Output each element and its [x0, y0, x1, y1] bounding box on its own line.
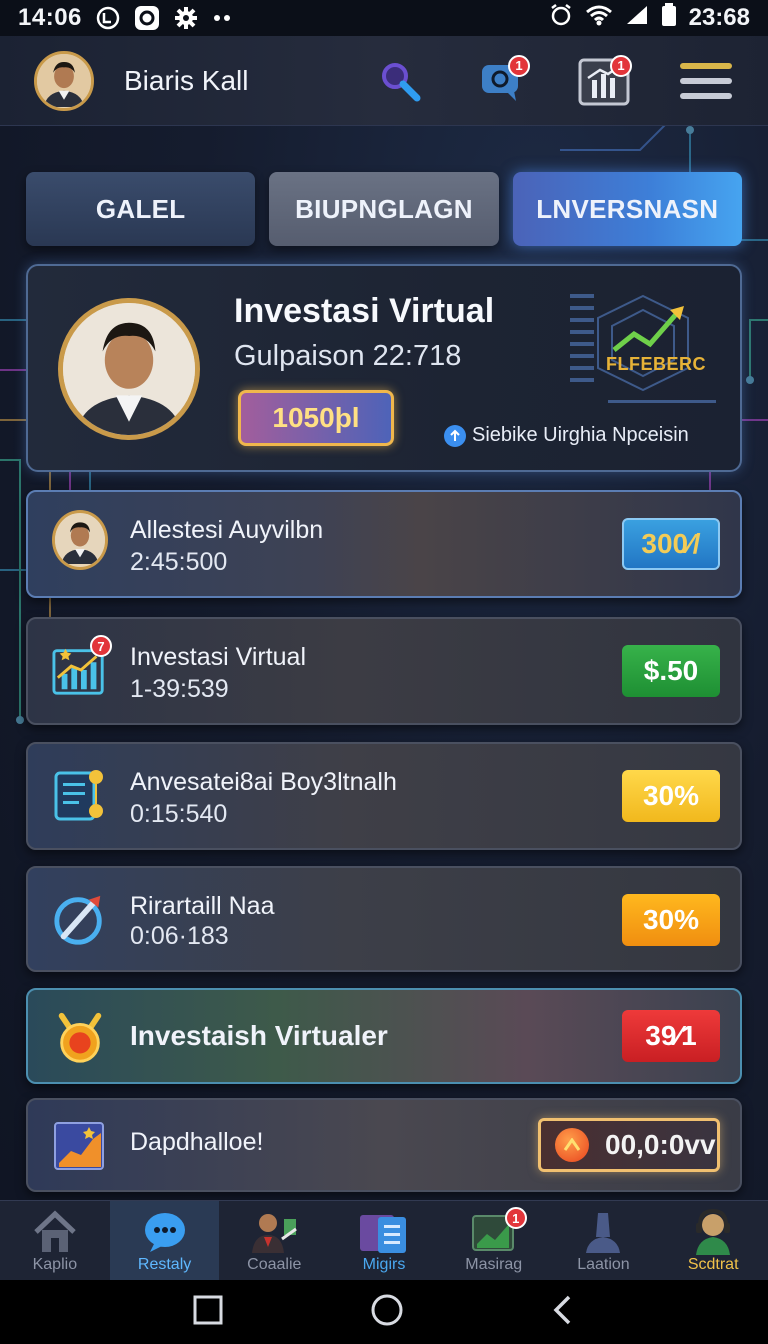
more-dots-icon — [212, 14, 232, 22]
row-title: Anvesatei8ai Boy3ltnalh — [130, 768, 397, 796]
growth-logo-icon — [570, 294, 716, 403]
hero-subtitle: Gulpaison 22:718 — [234, 340, 462, 372]
app-header: Biaris Kall 1 1 — [0, 36, 768, 126]
trend-chart-icon — [52, 1118, 108, 1174]
system-navigation-bar — [0, 1280, 768, 1344]
row-title: Rirartaill Naa — [130, 892, 275, 920]
row-value-badge[interactable]: 300⁄/ — [622, 518, 720, 570]
search-button[interactable] — [372, 53, 428, 109]
row-title: Dapdhalloe! — [130, 1128, 264, 1156]
home-icon — [32, 1208, 78, 1256]
messages-badge: 1 — [508, 54, 530, 77]
row-value-badge[interactable]: 30% — [622, 770, 720, 822]
row-value-badge[interactable]: 30% — [622, 894, 720, 946]
user-avatar[interactable] — [34, 50, 94, 111]
nav-label: Restaly — [137, 1256, 192, 1273]
support-agent-icon — [690, 1208, 736, 1256]
wifi-icon — [585, 4, 613, 33]
list-item[interactable]: Anvesatei8ai Boy3ltnalh 0:15:540 30% — [26, 742, 742, 850]
fire-icon — [555, 1128, 589, 1162]
nav-label: Laation — [577, 1256, 630, 1273]
recent-apps-icon[interactable] — [193, 1295, 223, 1330]
tab-biupnglagn[interactable]: BIUPNGLAGN — [269, 172, 499, 246]
row-value-badge[interactable]: 39⁄1 — [622, 1010, 720, 1062]
list-item[interactable]: Dapdhalloe! 00,0:0vv — [26, 1098, 742, 1192]
row-subtitle: 1-39:539 — [130, 675, 229, 703]
nav-item-restaly[interactable]: Restaly — [109, 1201, 220, 1280]
nav-item-scdtrat[interactable]: Scdtrat — [658, 1201, 768, 1280]
row-avatar — [52, 510, 108, 570]
tab-lnversnasn[interactable]: LNVERSNASN — [512, 172, 742, 246]
list-item[interactable]: 7 Investasi Virtual 1-39:539 $.50 — [26, 617, 742, 725]
row-notification-badge: 7 — [90, 635, 112, 657]
nav-item-migirs[interactable]: Migirs — [329, 1201, 439, 1280]
list-item[interactable]: Rirartaill Naa 0:06·183 30% — [26, 866, 742, 972]
status-bar: 14:06 23:68 — [0, 0, 768, 36]
app-screen: 14:06 23:68 Biaris Kall 1 1 GALEL BIUPNG… — [0, 0, 768, 1344]
nav-label: Masirag — [465, 1256, 523, 1273]
tab-bar: GALEL BIUPNGLAGN LNVERSNASN — [26, 172, 742, 246]
list-item[interactable]: Allestesi Auyvilbn 2:45:500 300⁄/ — [26, 490, 742, 598]
stats-button[interactable]: 1 — [576, 53, 632, 109]
list-item[interactable]: Investaish Virtualer 39⁄1 — [26, 988, 742, 1084]
row-title: Allestesi Auyvilbn — [130, 516, 324, 544]
wallet-icon — [358, 1208, 410, 1256]
hero-card[interactable]: Investasi Virtual Gulpaison 22:718 1050þ… — [26, 264, 742, 472]
nav-badge: 1 — [504, 1207, 527, 1229]
nav-label: Coaalie — [247, 1256, 302, 1273]
hero-avatar — [58, 298, 200, 440]
timer-badge[interactable]: 00,0:0vv — [538, 1118, 720, 1172]
team-icon — [248, 1208, 300, 1256]
menu-button[interactable] — [678, 53, 734, 109]
timer-value: 00,0:0vv — [605, 1129, 716, 1160]
nav-item-laation[interactable]: Laation — [549, 1201, 659, 1280]
hamburger-menu-icon — [680, 62, 732, 99]
nav-label: Scdtrat — [687, 1256, 739, 1273]
signal-icon — [625, 4, 649, 33]
row-title: Investasi Virtual — [130, 643, 307, 671]
user-name: Biaris Kall — [124, 64, 249, 96]
hero-title: Investasi Virtual — [234, 292, 495, 330]
tab-galel[interactable]: GALEL — [26, 172, 256, 246]
chat-bubble-icon — [142, 1208, 188, 1256]
bottom-navigation: Kaplio Restaly Coaalie Migirs 1 Masirag … — [0, 1200, 768, 1280]
arrow-up-icon — [444, 424, 466, 447]
status-clock: 23:68 — [688, 4, 750, 31]
compass-icon — [52, 892, 108, 948]
battery-icon — [661, 2, 677, 34]
lyft-icon — [96, 6, 120, 30]
nav-item-kaplio[interactable]: Kaplio — [0, 1201, 110, 1280]
hero-logo-text: FLFEBERC — [606, 354, 706, 374]
nav-item-coaalie[interactable]: Coaalie — [219, 1201, 329, 1280]
row-subtitle: 0:15:540 — [130, 800, 228, 828]
stats-badge: 1 — [610, 54, 632, 77]
row-title: Investaish Virtualer — [130, 1020, 388, 1051]
nav-label: Kaplio — [32, 1256, 78, 1273]
alarm-icon — [549, 3, 573, 34]
hero-note-text: Siebike Uirghia Npceisin — [472, 424, 689, 446]
row-subtitle: 0:06·183 — [130, 922, 229, 950]
nav-label: Migirs — [362, 1256, 406, 1273]
search-icon — [382, 62, 421, 101]
hero-amount-badge[interactable]: 1050þl — [238, 390, 394, 446]
messages-button[interactable]: 1 — [474, 53, 530, 109]
app-notification-icon — [134, 5, 160, 31]
gear-icon — [174, 6, 198, 30]
status-time: 14:06 — [18, 4, 82, 31]
home-circle-icon[interactable] — [370, 1293, 404, 1332]
document-icon — [52, 768, 108, 824]
medal-icon — [52, 1010, 108, 1066]
row-value-badge[interactable]: $.50 — [622, 645, 720, 697]
location-pin-icon — [580, 1208, 626, 1256]
row-subtitle: 2:45:500 — [130, 548, 228, 576]
nav-item-masirag[interactable]: 1 Masirag — [439, 1201, 549, 1280]
hero-note[interactable]: Siebike Uirghia Npceisin — [444, 424, 689, 447]
back-chevron-icon[interactable] — [551, 1294, 575, 1331]
